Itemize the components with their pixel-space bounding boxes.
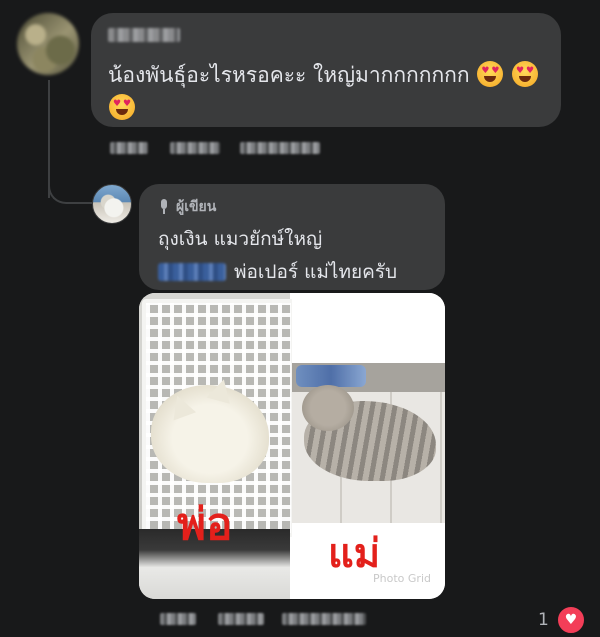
photo-mother-cat: แม่ Photo Grid [292,293,445,599]
photo-attachment[interactable]: พ่อ แม่ Photo Grid [139,293,445,599]
reply-body: พ่อเปอร์ แม่ไทยครับ [234,261,398,283]
comment-time-blurred[interactable] [110,142,148,154]
author-badge: ผู้เขียน [158,196,216,218]
thread-connector [48,162,92,204]
blue-towel [296,365,366,387]
father-label: พ่อ [177,499,233,550]
author-avatar[interactable] [92,184,132,224]
reply-time-blurred[interactable] [160,613,196,625]
microphone-icon [158,199,170,215]
author-badge-label: ผู้เขียน [176,199,217,215]
reply-text: พ่อเปอร์ แม่ไทยครับ [158,257,397,287]
photo-father-cat: พ่อ [139,293,295,599]
reply-link-blurred[interactable] [240,142,320,154]
commenter-name-blurred[interactable] [108,28,180,42]
comment-body: น้องพันธุ์อะไรหรอคะะ ใหญ่มากกกกกกก [108,63,470,87]
commenter-avatar[interactable] [17,13,79,75]
like-link-blurred[interactable] [170,142,220,154]
photo-watermark: Photo Grid [373,572,431,585]
mention-tag-blurred[interactable] [158,263,226,281]
heart-eyes-emoji-icon: ♥ ♥ [512,61,538,87]
reply-author-name[interactable]: ถุงเงิน แมวยักษ์ใหญ่ [158,224,322,254]
comment-text: น้องพันธุ์อะไรหรอคะะ ใหญ่มากกกกกกก ♥ ♥ ♥ ♥… [108,59,554,125]
reply-reply-link-blurred[interactable] [282,613,366,625]
reply-like-link-blurred[interactable] [218,613,264,625]
heart-icon[interactable]: ♥ [556,605,586,635]
reaction-count[interactable]: 1 [538,610,549,630]
heart-eyes-emoji-icon: ♥ ♥ [477,61,504,87]
heart-eyes-emoji-icon: ♥ ♥ [109,94,135,120]
white-cat [151,376,269,483]
